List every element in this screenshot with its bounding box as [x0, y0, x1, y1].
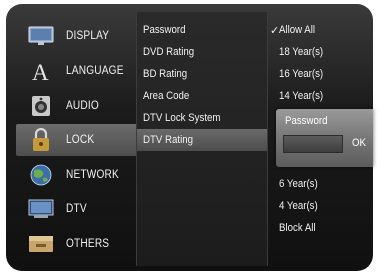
menu-item-network[interactable]: NETWORK: [16, 159, 138, 191]
submenu-item-label: DTV Rating: [143, 134, 194, 146]
menu-item-language[interactable]: A LANGUAGE: [16, 55, 138, 87]
svg-text:A: A: [32, 60, 49, 82]
rating-option-label: 4 Year(s): [279, 200, 318, 212]
menu-item-label: DTV: [66, 203, 87, 215]
menu-item-lock[interactable]: LOCK: [16, 124, 138, 156]
rating-option-label: 14 Year(s): [279, 90, 324, 102]
padlock-icon: [28, 128, 54, 151]
setup-category-menu: DISPLAY A LANGUAGE AUDIO LOCK NETWORK DT…: [16, 12, 138, 266]
menu-item-label: NETWORK: [66, 169, 119, 181]
menu-item-display[interactable]: DISPLAY: [16, 20, 138, 52]
password-input[interactable]: [283, 135, 343, 153]
speaker-icon: [28, 95, 54, 117]
password-dialog: Password OK: [276, 109, 373, 167]
submenu-item-bd-rating[interactable]: BD Rating: [137, 63, 267, 85]
rating-option[interactable]: 18 Year(s): [268, 41, 373, 63]
rating-option-label: Allow All: [279, 24, 316, 36]
rating-option-label: 16 Year(s): [279, 68, 324, 80]
checkmark-icon: ✓: [270, 24, 280, 37]
globe-icon: [28, 164, 54, 186]
rating-option[interactable]: 14 Year(s): [268, 85, 373, 107]
dtv-icon: [28, 198, 54, 220]
submenu-item-dvd-rating[interactable]: DVD Rating: [137, 41, 267, 63]
rating-option-label: Block All: [279, 222, 316, 234]
menu-item-label: LOCK: [66, 134, 95, 146]
submenu-item-password[interactable]: Password: [137, 19, 267, 41]
rating-option-block-all[interactable]: Block All: [268, 217, 373, 239]
submenu-item-label: Area Code: [143, 90, 190, 102]
menu-item-label: DISPLAY: [66, 30, 110, 42]
rating-option[interactable]: 4 Year(s): [268, 195, 373, 217]
rating-option[interactable]: 16 Year(s): [268, 63, 373, 85]
others-icon: [28, 233, 54, 255]
menu-item-audio[interactable]: AUDIO: [16, 90, 138, 122]
submenu-item-label: DTV Lock System: [143, 112, 221, 124]
menu-item-label: AUDIO: [66, 100, 99, 112]
language-icon: A: [28, 60, 54, 82]
submenu-item-area-code[interactable]: Area Code: [137, 85, 267, 107]
menu-item-dtv[interactable]: DTV: [16, 193, 138, 225]
submenu-item-label: Password: [143, 24, 186, 36]
menu-item-label: OTHERS: [66, 238, 110, 250]
lock-submenu: Password DVD Rating BD Rating Area Code …: [136, 12, 268, 266]
menu-item-label: LANGUAGE: [66, 65, 124, 77]
rating-option-allow-all[interactable]: ✓ Allow All: [268, 19, 373, 41]
rating-option-label: 6 Year(s): [279, 178, 318, 190]
submenu-item-dtv-rating[interactable]: DTV Rating: [137, 129, 267, 151]
submenu-item-label: BD Rating: [143, 68, 188, 80]
menu-item-others[interactable]: OTHERS: [16, 228, 138, 260]
submenu-item-dtv-lock-system[interactable]: DTV Lock System: [137, 107, 267, 129]
submenu-item-label: DVD Rating: [143, 46, 195, 58]
ok-button[interactable]: OK: [352, 137, 366, 149]
password-dialog-title: Password: [285, 115, 328, 127]
display-icon: [28, 25, 54, 47]
rating-option-label: 18 Year(s): [279, 46, 324, 58]
rating-option[interactable]: 6 Year(s): [268, 173, 373, 195]
